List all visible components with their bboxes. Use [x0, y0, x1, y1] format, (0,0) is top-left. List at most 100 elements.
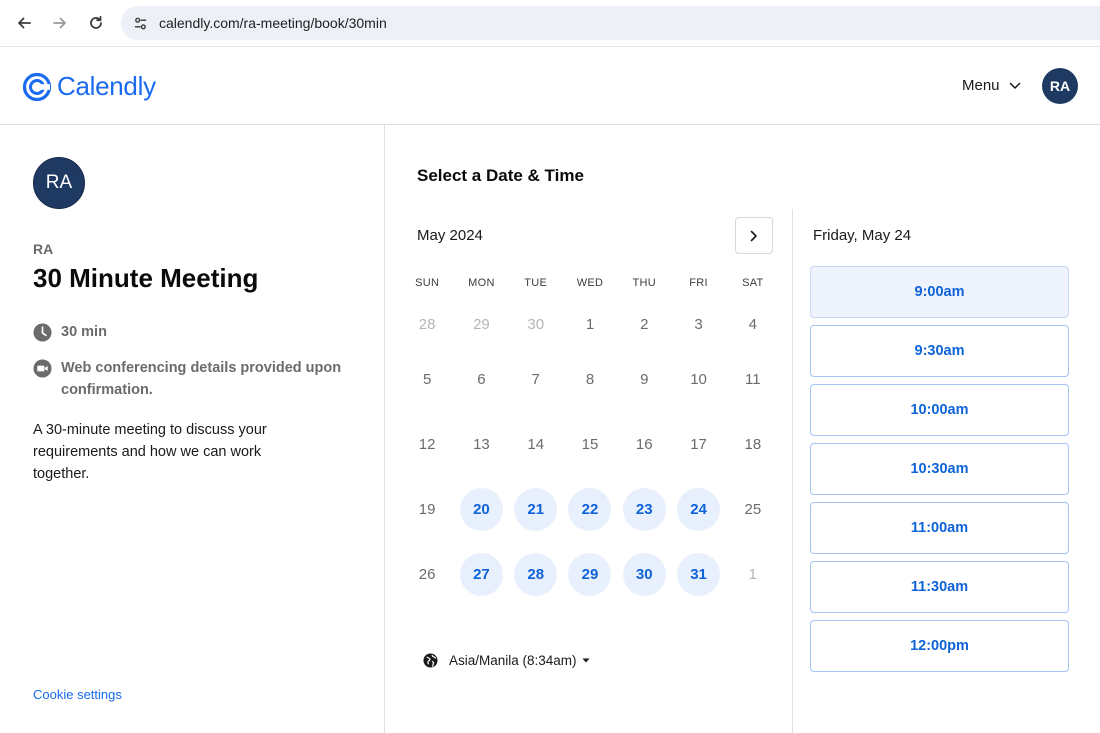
- calendly-logo-icon: [22, 72, 52, 101]
- time-slot-button[interactable]: 9:00am: [810, 266, 1069, 318]
- day-number: 10: [690, 371, 707, 388]
- day-number[interactable]: 29: [568, 553, 612, 596]
- tune-icon[interactable]: [132, 15, 148, 31]
- calendly-logo[interactable]: Calendly: [22, 71, 156, 102]
- day-number[interactable]: 20: [459, 488, 503, 531]
- day-number[interactable]: 22: [568, 488, 612, 531]
- day-number: 19: [418, 501, 436, 518]
- calendar-grid: 28 29 30 1 2 3 4 5 6 7 8 9 10 11 12 13 14 15 16 17 18 19 20 21 2…: [400, 301, 780, 607]
- day-number[interactable]: 28: [514, 553, 558, 596]
- address-bar[interactable]: calendly.com/ra-meeting/book/30min: [121, 6, 1100, 40]
- weekday-label: TUE: [524, 277, 548, 289]
- day-number: 17: [690, 436, 707, 453]
- globe-icon: [423, 653, 438, 668]
- chevron-right-icon: [750, 230, 757, 241]
- user-avatar[interactable]: RA: [1042, 68, 1078, 104]
- day-number: 15: [581, 436, 599, 453]
- day-number: 14: [527, 436, 545, 453]
- booking-page: RA RA 30 Minute Meeting 30 min Web confe…: [0, 125, 1100, 733]
- calendar-day-available[interactable]: 28: [509, 553, 563, 596]
- day-number: 4: [748, 315, 757, 333]
- duration-text: 30 min: [61, 324, 107, 340]
- calendar-panel: Select a Date & Time May 2024 SUN MON TU…: [386, 125, 792, 733]
- calendar-day-available[interactable]: 22: [563, 488, 617, 531]
- day-number[interactable]: 27: [459, 553, 503, 596]
- calendar-day: 26: [400, 553, 454, 596]
- day-number: 16: [635, 436, 653, 453]
- weekday-header: SUN MON TUE WED THU FRI SAT: [400, 277, 780, 289]
- day-number: 18: [744, 436, 762, 453]
- duration-row: 30 min: [33, 321, 107, 343]
- host-avatar: RA: [33, 157, 85, 209]
- time-slot-button[interactable]: 10:30am: [810, 443, 1069, 495]
- day-number: 29: [473, 315, 490, 333]
- day-number: 2: [640, 315, 649, 333]
- day-number: 12: [418, 436, 436, 453]
- event-title: 30 Minute Meeting: [33, 263, 259, 293]
- calendar-day: 2: [617, 303, 671, 346]
- day-number: 11: [745, 371, 761, 388]
- back-button[interactable]: [12, 11, 36, 35]
- timezone-text: Asia/Manila (8:34am): [449, 653, 577, 668]
- calendar-day-available[interactable]: 29: [563, 553, 617, 596]
- event-details-panel: RA RA 30 Minute Meeting 30 min Web confe…: [0, 125, 385, 733]
- day-number[interactable]: 24: [677, 488, 721, 531]
- calendar-day-outside-month: 28: [400, 303, 454, 346]
- day-number[interactable]: 30: [622, 553, 666, 596]
- day-number: 6: [477, 371, 486, 388]
- calendar-day: 16: [617, 423, 671, 466]
- time-slot-button[interactable]: 9:30am: [810, 325, 1069, 377]
- calendar-day: 10: [671, 358, 725, 401]
- timezone-selector[interactable]: Asia/Manila (8:34am): [423, 653, 590, 668]
- day-number[interactable]: 31: [677, 553, 721, 596]
- calendar-day-available[interactable]: 24: [671, 488, 725, 531]
- menu-button[interactable]: Menu: [962, 77, 1021, 94]
- calendar-day: 25: [726, 488, 780, 531]
- app-header: Calendly Menu RA: [0, 47, 1100, 125]
- calendar-day-available[interactable]: 20: [454, 488, 508, 531]
- calendar-week: 5 6 7 8 9 10 11: [400, 347, 780, 412]
- day-number: 30: [527, 315, 545, 333]
- calendar-day: 19: [400, 488, 454, 531]
- time-slots-panel: Friday, May 24 9:00am 9:30am 10:00am 10:…: [792, 209, 1100, 733]
- calendar-day: 7: [509, 358, 563, 401]
- event-description: A 30-minute meeting to discuss your requ…: [33, 422, 267, 482]
- weekday-label: SUN: [415, 277, 440, 289]
- day-number: 7: [531, 371, 540, 388]
- calendar-day: 14: [509, 423, 563, 466]
- chevron-down-icon: [1009, 82, 1020, 89]
- time-slot-button[interactable]: 10:00am: [810, 384, 1069, 436]
- calendar-day: 9: [617, 358, 671, 401]
- month-label: May 2024: [417, 227, 483, 244]
- conferencing-text: Web conferencing details provided upon c…: [61, 357, 341, 401]
- calendar-day-available[interactable]: 23: [617, 488, 671, 531]
- day-number[interactable]: 23: [622, 488, 666, 531]
- reload-button[interactable]: [84, 11, 108, 35]
- time-slot-button[interactable]: 11:30am: [810, 561, 1069, 613]
- calendar-day-available[interactable]: 21: [509, 488, 563, 531]
- time-slot-button[interactable]: 11:00am: [810, 502, 1069, 554]
- day-number: 1: [585, 315, 595, 333]
- day-number: 3: [694, 315, 703, 333]
- calendar-day-available[interactable]: 27: [454, 553, 508, 596]
- calendar-day-available[interactable]: 30: [617, 553, 671, 596]
- calendar-day-available[interactable]: 31: [671, 553, 725, 596]
- url-text[interactable]: calendly.com/ra-meeting/book/30min: [159, 15, 387, 31]
- day-number[interactable]: 21: [514, 488, 558, 531]
- day-number: 1: [748, 566, 757, 583]
- time-slot-button[interactable]: 12:00pm: [810, 620, 1069, 672]
- forward-button[interactable]: [48, 11, 72, 35]
- calendar-day-outside-month: 29: [454, 303, 508, 346]
- calendar-week: 28 29 30 1 2 3 4: [400, 301, 780, 347]
- host-name: RA: [33, 241, 54, 257]
- cookie-settings-link[interactable]: Cookie settings: [33, 687, 122, 702]
- menu-label: Menu: [962, 77, 1000, 94]
- conferencing-row: Web conferencing details provided upon c…: [33, 357, 341, 401]
- next-month-button[interactable]: [735, 217, 773, 254]
- conferencing-line-1: Web conferencing details provided upon: [61, 360, 342, 376]
- arrow-right-icon: [53, 17, 66, 29]
- calendar-week: 19 20 21 22 23 24 25: [400, 477, 780, 542]
- day-number: 26: [418, 566, 436, 583]
- calendar-week: 12 13 14 15 16 17 18: [400, 412, 780, 477]
- arrow-left-icon: [18, 17, 31, 29]
